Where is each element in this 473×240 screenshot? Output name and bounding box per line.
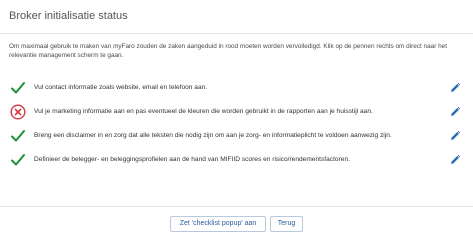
edit-pencil-icon[interactable] xyxy=(449,154,461,166)
checklist-item-text: Breng een disclaimer in en zorg dat alle… xyxy=(34,132,392,139)
checklist-item-text: Vul je marketing informatie aan en pas e… xyxy=(34,108,373,115)
error-circle-icon xyxy=(10,104,26,120)
check-icon xyxy=(11,130,25,142)
edit-pencil-icon[interactable] xyxy=(449,106,461,118)
check-icon xyxy=(11,154,25,166)
edit-pencil-icon[interactable] xyxy=(449,130,461,142)
dialog-header: Broker initialisatie status xyxy=(0,0,473,34)
checklist-item-marketing: Vul je marketing informatie aan en pas e… xyxy=(0,102,473,124)
check-icon xyxy=(11,82,25,94)
checklist-item-contact: Vul contact informatie zoals website, em… xyxy=(0,78,473,100)
checklist-item-profiles: Definieer de belegger- en beleggingsprof… xyxy=(0,150,473,172)
enable-checklist-popup-button[interactable]: Zet 'checklist popup' aan xyxy=(170,216,266,232)
intro-text: Om maximaal gebruik te maken van myFaro … xyxy=(9,43,448,59)
checklist-item-disclaimer: Breng een disclaimer in en zorg dat alle… xyxy=(0,126,473,148)
dialog-title: Broker initialisatie status xyxy=(9,10,128,22)
edit-pencil-icon[interactable] xyxy=(449,82,461,94)
back-button[interactable]: Terug xyxy=(270,216,303,232)
checklist-item-text: Vul contact informatie zoals website, em… xyxy=(34,84,208,91)
checklist-item-text: Definieer de belegger- en beleggingsprof… xyxy=(34,156,350,163)
dialog-footer: Zet 'checklist popup' aan Terug xyxy=(0,206,473,240)
